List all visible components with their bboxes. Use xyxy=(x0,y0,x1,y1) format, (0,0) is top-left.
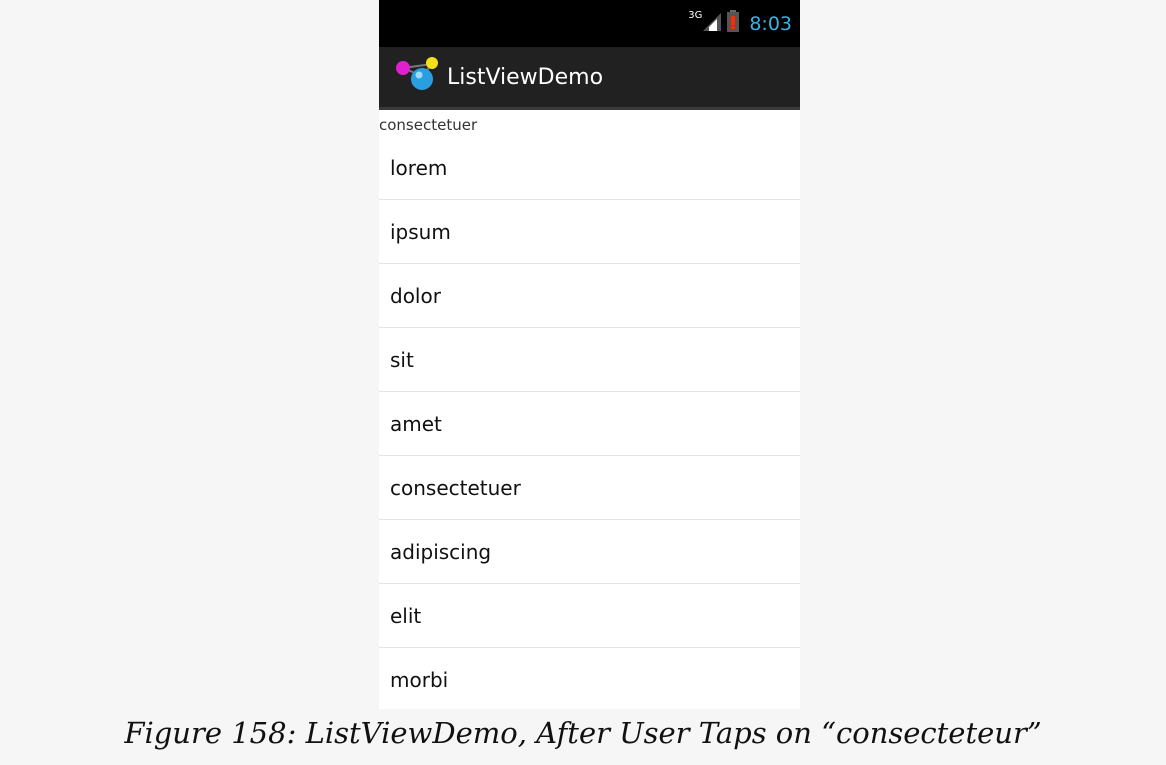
list-item[interactable]: ipsum xyxy=(379,200,800,264)
list-item[interactable]: morbi xyxy=(379,648,800,709)
status-bar: 3G 8:03 xyxy=(379,0,800,47)
clock: 8:03 xyxy=(749,12,792,35)
list-item[interactable]: dolor xyxy=(379,264,800,328)
app-logo-icon[interactable] xyxy=(379,55,439,100)
status-indicators: 3G 8:03 xyxy=(688,0,792,47)
device-screen: 3G 8:03 ListViewDemo consectetuer lorem … xyxy=(379,0,800,709)
list-item[interactable]: adipiscing xyxy=(379,520,800,584)
list-item[interactable]: consectetuer xyxy=(379,456,800,520)
list-item[interactable]: lorem xyxy=(379,136,800,200)
list-view[interactable]: lorem ipsum dolor sit amet consectetuer … xyxy=(379,136,800,709)
signal-icon xyxy=(703,11,722,36)
selection-label: consectetuer xyxy=(379,116,478,134)
action-bar: ListViewDemo xyxy=(379,47,800,110)
app-title: ListViewDemo xyxy=(447,64,604,90)
list-item[interactable]: elit xyxy=(379,584,800,648)
list-item[interactable]: sit xyxy=(379,328,800,392)
figure-caption: Figure 158: ListViewDemo, After User Tap… xyxy=(124,716,1042,750)
list-item[interactable]: amet xyxy=(379,392,800,456)
battery-low-icon xyxy=(727,10,740,37)
network-type-label: 3G xyxy=(688,10,703,21)
